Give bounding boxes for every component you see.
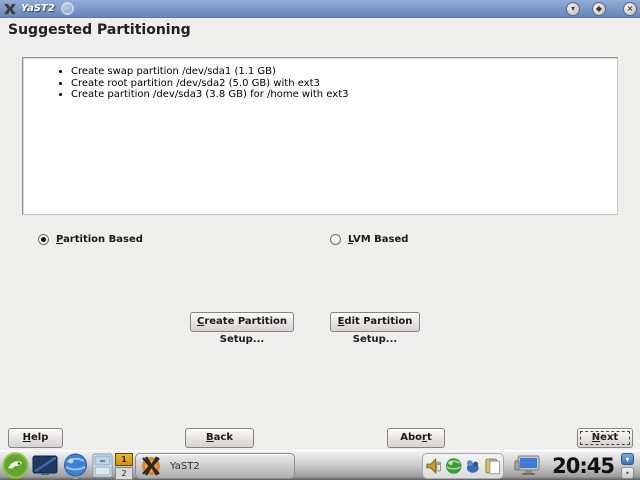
power-manager-icon[interactable] bbox=[464, 457, 482, 475]
help-button[interactable]: Help bbox=[8, 428, 63, 448]
radio-lvm-based[interactable]: LVM Based bbox=[330, 234, 408, 245]
radio-circle-selected-icon[interactable] bbox=[38, 234, 49, 245]
yast-window-icon bbox=[4, 3, 16, 14]
taskbar-clock[interactable]: 20:45 bbox=[548, 454, 615, 478]
partitioning-proposal-panel: Create swap partition /dev/sda1 (1.1 GB)… bbox=[22, 57, 618, 215]
back-button[interactable]: Back bbox=[185, 428, 254, 448]
yast2-window: { "window": { "title": "YaST2", "icons":… bbox=[0, 0, 640, 480]
pager-desktop-2[interactable]: 2 bbox=[115, 467, 133, 480]
lock-session-icon[interactable]: • bbox=[621, 467, 634, 479]
kde-taskbar: 1 2 YaST2 20:45 ▾ • bbox=[0, 450, 640, 480]
radio-partition-based-label: Partition Based bbox=[56, 234, 143, 245]
radio-circle-unselected-icon[interactable] bbox=[330, 234, 341, 245]
window-title: YaST2 bbox=[21, 3, 55, 14]
web-browser-icon[interactable] bbox=[62, 453, 89, 479]
yast-task-icon bbox=[142, 456, 160, 476]
network-globe-icon[interactable] bbox=[445, 457, 463, 475]
show-desktop-icon[interactable] bbox=[32, 455, 58, 476]
display-settings-icon[interactable] bbox=[514, 455, 540, 477]
page-title: Suggested Partitioning bbox=[8, 22, 191, 38]
clipboard-icon[interactable] bbox=[484, 457, 502, 475]
hide-panel-icon[interactable]: ▾ bbox=[621, 453, 634, 465]
panel-applets: ▾ • bbox=[621, 453, 635, 480]
suse-menu-icon[interactable] bbox=[2, 452, 29, 479]
radio-partition-based[interactable]: Partition Based bbox=[38, 234, 143, 245]
radio-lvm-based-label: LVM Based bbox=[348, 234, 409, 245]
proposal-item-home: Create partition /dev/sda3 (3.8 GB) for … bbox=[71, 89, 617, 101]
proposal-list: Create swap partition /dev/sda1 (1.1 GB)… bbox=[71, 66, 617, 101]
proposal-item-root: Create root partition /dev/sda2 (5.0 GB)… bbox=[71, 78, 617, 90]
partitioning-mode-options: Partition Based LVM Based bbox=[0, 234, 640, 248]
system-drawer-icon[interactable] bbox=[92, 453, 113, 478]
pager-desktop-1[interactable]: 1 bbox=[115, 453, 133, 466]
minimize-button[interactable]: ▾ bbox=[566, 2, 580, 16]
next-button[interactable]: Next bbox=[577, 428, 633, 448]
system-tray bbox=[422, 453, 504, 479]
volume-icon[interactable] bbox=[425, 457, 443, 475]
create-partition-setup-button[interactable]: Create Partition Setup... bbox=[190, 312, 294, 345]
edit-partition-setup-button[interactable]: Edit Partition Setup... bbox=[330, 312, 420, 345]
taskbar-task-yast2[interactable]: YaST2 bbox=[135, 453, 295, 479]
proposal-item-swap: Create swap partition /dev/sda1 (1.1 GB) bbox=[71, 66, 617, 78]
titlebar[interactable]: YaST2 ▾ ◆ × bbox=[0, 0, 640, 18]
suse-swirl-icon bbox=[60, 2, 74, 15]
close-button[interactable]: × bbox=[623, 2, 637, 16]
task-label: YaST2 bbox=[170, 460, 200, 472]
abort-button[interactable]: Abort bbox=[387, 428, 445, 448]
desktop-pager[interactable]: 1 2 bbox=[115, 453, 133, 480]
maximize-button[interactable]: ◆ bbox=[592, 2, 606, 16]
